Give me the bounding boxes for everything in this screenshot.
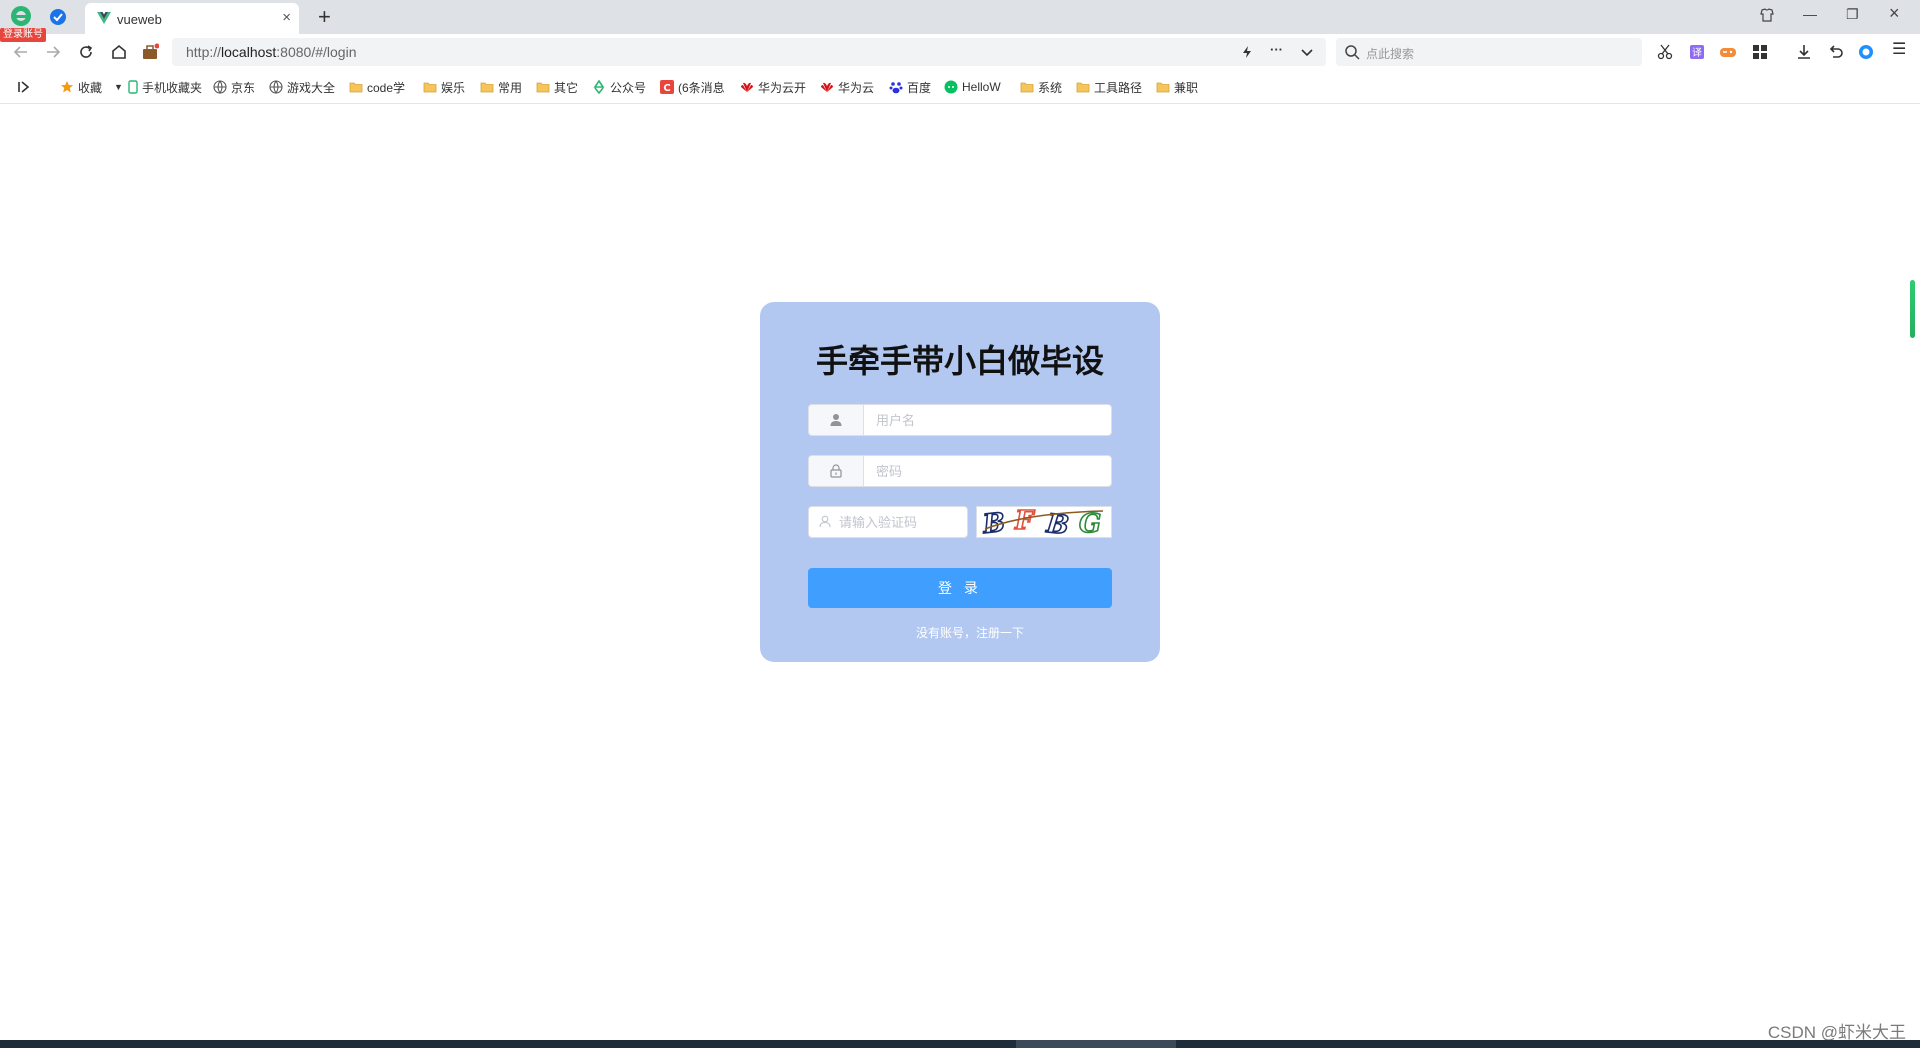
folder-icon (349, 82, 363, 93)
folder-icon (1020, 82, 1034, 93)
pinned-tab-icon[interactable] (50, 9, 66, 25)
home-icon[interactable] (110, 43, 128, 61)
new-tab-button[interactable]: + (318, 4, 331, 30)
bookmark-item[interactable]: 系统 (1020, 79, 1062, 95)
register-link[interactable]: 没有账号，注册一下 (760, 624, 1180, 641)
taskbar-item[interactable] (1016, 1040, 1176, 1048)
bookmark-item[interactable]: 游戏大全 (269, 79, 335, 95)
bookmark-item[interactable]: 华为云 (820, 79, 874, 95)
skin-icon[interactable] (1759, 7, 1775, 23)
bookmarks-bar: 收藏 ▼ 手机收藏夹 京东 游戏大全 code学 娱乐 常用 其它 公众号 C … (0, 70, 1920, 104)
bookmark-item[interactable]: 其它 (536, 79, 578, 95)
tab-vueweb[interactable]: vueweb × (85, 3, 299, 34)
login-account-badge[interactable]: 登录账号 (0, 28, 46, 42)
taskbar (0, 1040, 1920, 1048)
bookmark-item[interactable]: C (6条消息 (660, 79, 725, 95)
address-bar[interactable]: http://localhost:8080/#/login ··· (172, 38, 1326, 66)
search-icon (1345, 45, 1360, 60)
chevron-down-icon[interactable] (1300, 46, 1314, 60)
phone-icon (128, 80, 138, 94)
search-placeholder: 点此搜索 (1366, 47, 1415, 61)
bookmark-item[interactable]: 常用 (480, 79, 522, 95)
svg-text:C: C (663, 83, 670, 94)
globe-icon (213, 80, 227, 94)
browser-logo-icon[interactable] (8, 5, 34, 27)
toolbox-icon[interactable] (141, 43, 159, 61)
bookmark-item[interactable]: code学 (349, 79, 405, 95)
game-icon[interactable] (1719, 43, 1737, 61)
csdn-icon: C (660, 80, 674, 94)
captcha-graphic: B F B G (980, 505, 1104, 542)
bookmark-item[interactable]: 兼职 (1156, 79, 1198, 95)
folder-icon (480, 82, 494, 93)
tab-close-icon[interactable]: × (282, 9, 291, 26)
folder-icon (1076, 82, 1090, 93)
search-box[interactable]: 点此搜索 (1336, 38, 1642, 66)
bookmark-item[interactable]: 娱乐 (423, 79, 465, 95)
captcha-input[interactable] (835, 507, 971, 537)
captcha-image[interactable]: B F B G (976, 505, 1112, 542)
reload-icon[interactable] (77, 43, 95, 61)
edge-icon[interactable] (1857, 43, 1875, 61)
scroll-indicator[interactable] (1910, 280, 1915, 338)
bookmark-item[interactable]: 京东 (213, 79, 255, 95)
folder-icon (423, 82, 437, 93)
password-field[interactable] (808, 455, 1128, 487)
address-more-icon[interactable]: ··· (1270, 42, 1283, 57)
captcha-char: B (981, 508, 1007, 537)
bookmark-item[interactable]: HelloW (944, 79, 1001, 95)
captcha-char: F (1014, 507, 1035, 536)
menu-icon[interactable]: ☰ (1892, 39, 1910, 58)
forward-icon[interactable] (44, 43, 62, 61)
login-button[interactable]: 登 录 (808, 568, 1112, 608)
bookmark-item[interactable]: 工具路径 (1076, 79, 1142, 95)
vue-logo-icon (97, 12, 111, 24)
recycle-icon (593, 80, 605, 94)
captcha-char: G (1079, 509, 1101, 537)
download-icon[interactable] (1795, 43, 1813, 61)
chevron-down-icon[interactable]: ▼ (114, 82, 123, 92)
restore-button[interactable]: ❐ (1846, 6, 1859, 23)
sidebar-toggle-icon[interactable] (17, 80, 31, 94)
translate-icon[interactable]: 译 (1688, 43, 1706, 61)
password-input[interactable] (864, 456, 1128, 486)
huawei-icon (741, 82, 753, 92)
folder-icon (536, 82, 550, 93)
bookmark-item[interactable]: 收藏 ▼ (60, 79, 123, 95)
scissors-icon[interactable] (1656, 43, 1674, 61)
close-window-button[interactable]: × (1889, 3, 1900, 24)
baidu-icon (889, 82, 903, 94)
globe-icon (269, 80, 283, 94)
star-icon (61, 81, 73, 93)
lock-icon (830, 464, 842, 478)
bookmark-item[interactable]: 华为云开 (740, 79, 806, 95)
folder-icon (1156, 82, 1170, 93)
bookmark-item[interactable]: 百度 (889, 79, 931, 95)
username-field[interactable] (808, 404, 1128, 436)
back-icon[interactable] (12, 43, 30, 61)
username-prepend (809, 405, 864, 435)
username-input[interactable] (864, 405, 1128, 435)
lightning-icon[interactable] (1240, 45, 1254, 59)
huawei-icon (821, 82, 833, 92)
wechat-icon (944, 80, 958, 94)
address-url[interactable]: http://localhost:8080/#/login (186, 44, 356, 60)
login-title: 手牵手带小白做毕设 (815, 342, 1104, 380)
user-icon (830, 414, 842, 426)
bookmark-item[interactable]: 公众号 (592, 79, 646, 95)
browser-tab-strip: 登录账号 vueweb × + — ❐ × (0, 0, 1920, 42)
user-outline-icon (819, 515, 831, 528)
bookmark-item[interactable]: 手机收藏夹 (128, 79, 202, 95)
minimize-button[interactable]: — (1803, 6, 1817, 22)
login-card: 手牵手带小白做毕设 B F B (760, 302, 1160, 662)
browser-toolbar: http://localhost:8080/#/login ··· 点此搜索 译 (0, 34, 1920, 70)
password-prepend (809, 456, 864, 486)
svg-text:译: 译 (1692, 47, 1702, 59)
undo-icon[interactable] (1827, 43, 1845, 61)
tab-title: vueweb (117, 12, 162, 27)
captcha-field[interactable] (808, 506, 971, 538)
apps-icon[interactable] (1751, 43, 1769, 61)
